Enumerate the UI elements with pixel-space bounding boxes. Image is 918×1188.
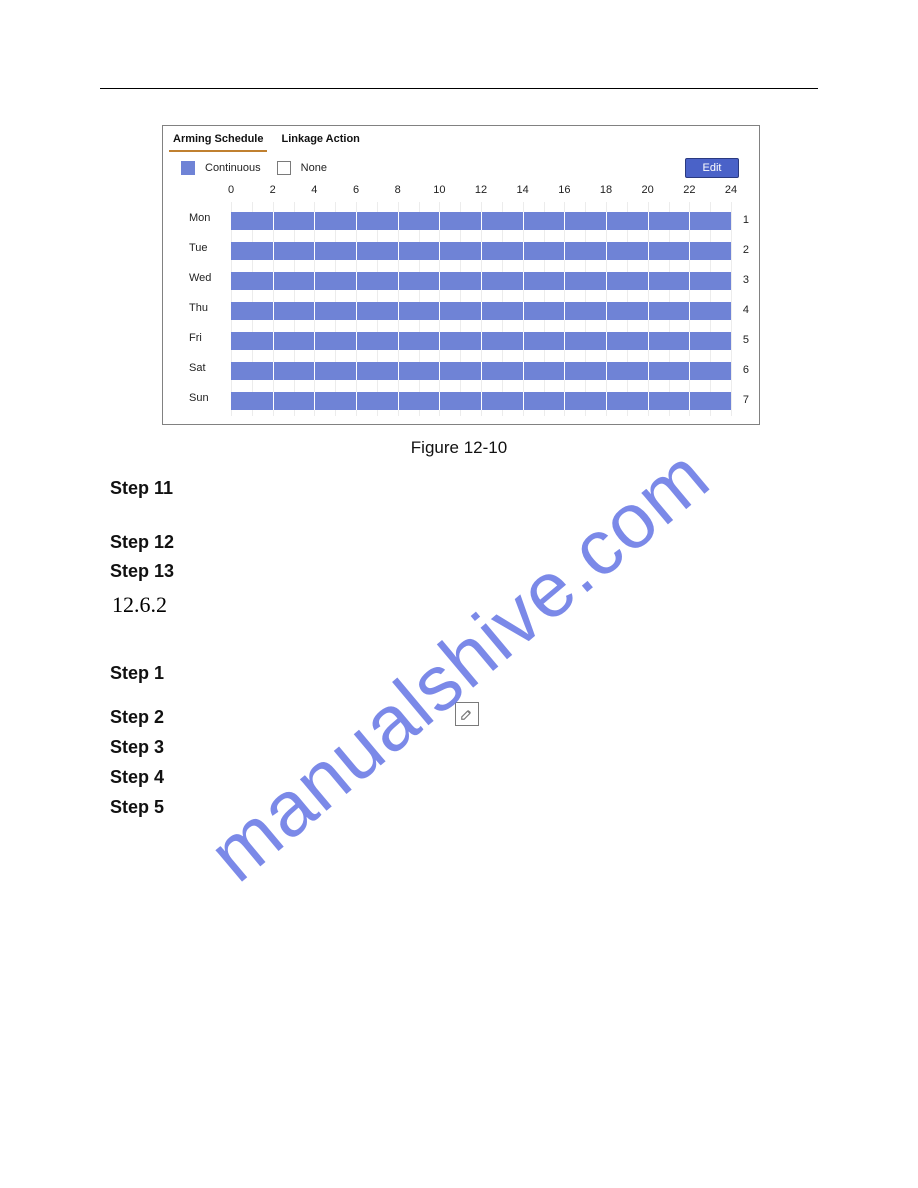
day-label: Wed <box>189 272 223 284</box>
legend-swatch-continuous <box>181 161 195 175</box>
step-2-label: Step 2 <box>110 707 164 728</box>
arming-schedule-panel: Arming Schedule Linkage Action Continuou… <box>162 125 760 425</box>
tab-linkage-action[interactable]: Linkage Action <box>277 130 363 152</box>
hour-tick-label: 12 <box>475 184 487 196</box>
schedule-bar[interactable] <box>231 302 731 320</box>
legend-swatch-none <box>277 161 291 175</box>
row-index-label: 1 <box>737 214 749 226</box>
schedule-grid: 024681012141618202224 Mon1Tue2Wed3Thu4Fr… <box>163 184 759 418</box>
schedule-bar[interactable] <box>231 332 731 350</box>
day-label: Sat <box>189 362 223 374</box>
legend-label-none: None <box>301 162 327 174</box>
schedule-row[interactable]: Fri 5 <box>173 326 749 356</box>
row-index-label: 3 <box>737 274 749 286</box>
hour-tick-label: 6 <box>353 184 359 196</box>
hour-tick-label: 20 <box>642 184 654 196</box>
hour-tick-label: 24 <box>725 184 737 196</box>
schedule-bar[interactable] <box>231 362 731 380</box>
step-3-label: Step 3 <box>110 737 164 758</box>
day-label: Fri <box>189 332 223 344</box>
row-index-label: 5 <box>737 334 749 346</box>
row-index-label: 7 <box>737 394 749 406</box>
schedule-rows: Mon 1 Tue 2 Wed 3 Thu 4 Fri 5 Sat 6 Sun 7 <box>173 206 749 418</box>
hour-tick-label: 8 <box>395 184 401 196</box>
row-index-label: 4 <box>737 304 749 316</box>
watermark-text: manualshive.com <box>192 431 727 900</box>
tab-arming-schedule[interactable]: Arming Schedule <box>169 130 267 152</box>
hour-tick-label: 2 <box>270 184 276 196</box>
edit-square-icon <box>455 702 479 726</box>
step-5-label: Step 5 <box>110 797 164 818</box>
header-rule <box>100 88 818 89</box>
schedule-row[interactable]: Thu 4 <box>173 296 749 326</box>
edit-button[interactable]: Edit <box>685 158 739 178</box>
legend-label-continuous: Continuous <box>205 162 261 174</box>
hour-tick-label: 4 <box>311 184 317 196</box>
section-number: 12.6.2 <box>112 592 167 618</box>
schedule-row[interactable]: Sat 6 <box>173 356 749 386</box>
hour-tick-label: 14 <box>517 184 529 196</box>
hour-tick-label: 18 <box>600 184 612 196</box>
step-1-label: Step 1 <box>110 663 164 684</box>
hour-tick-label: 16 <box>558 184 570 196</box>
hours-axis: 024681012141618202224 <box>231 184 731 200</box>
step-4-label: Step 4 <box>110 767 164 788</box>
step-13-label: Step 13 <box>110 561 174 582</box>
page: Arming Schedule Linkage Action Continuou… <box>0 0 918 1188</box>
schedule-row[interactable]: Wed 3 <box>173 266 749 296</box>
day-label: Sun <box>189 392 223 404</box>
step-11-label: Step 11 <box>110 478 173 499</box>
schedule-row[interactable]: Mon 1 <box>173 206 749 236</box>
hour-tick-label: 10 <box>433 184 445 196</box>
schedule-bar[interactable] <box>231 212 731 230</box>
row-index-label: 2 <box>737 244 749 256</box>
day-label: Mon <box>189 212 223 224</box>
figure-caption: Figure 12-10 <box>0 438 918 458</box>
panel-tabs: Arming Schedule Linkage Action <box>163 126 759 152</box>
schedule-bar[interactable] <box>231 392 731 410</box>
step-12-label: Step 12 <box>110 532 174 553</box>
schedule-bar[interactable] <box>231 272 731 290</box>
hour-tick-label: 0 <box>228 184 234 196</box>
hour-tick-label: 22 <box>683 184 695 196</box>
schedule-row[interactable]: Sun 7 <box>173 386 749 416</box>
row-index-label: 6 <box>737 364 749 376</box>
day-label: Thu <box>189 302 223 314</box>
legend-row: Continuous None Edit <box>163 152 759 182</box>
day-label: Tue <box>189 242 223 254</box>
schedule-row[interactable]: Tue 2 <box>173 236 749 266</box>
schedule-bar[interactable] <box>231 242 731 260</box>
